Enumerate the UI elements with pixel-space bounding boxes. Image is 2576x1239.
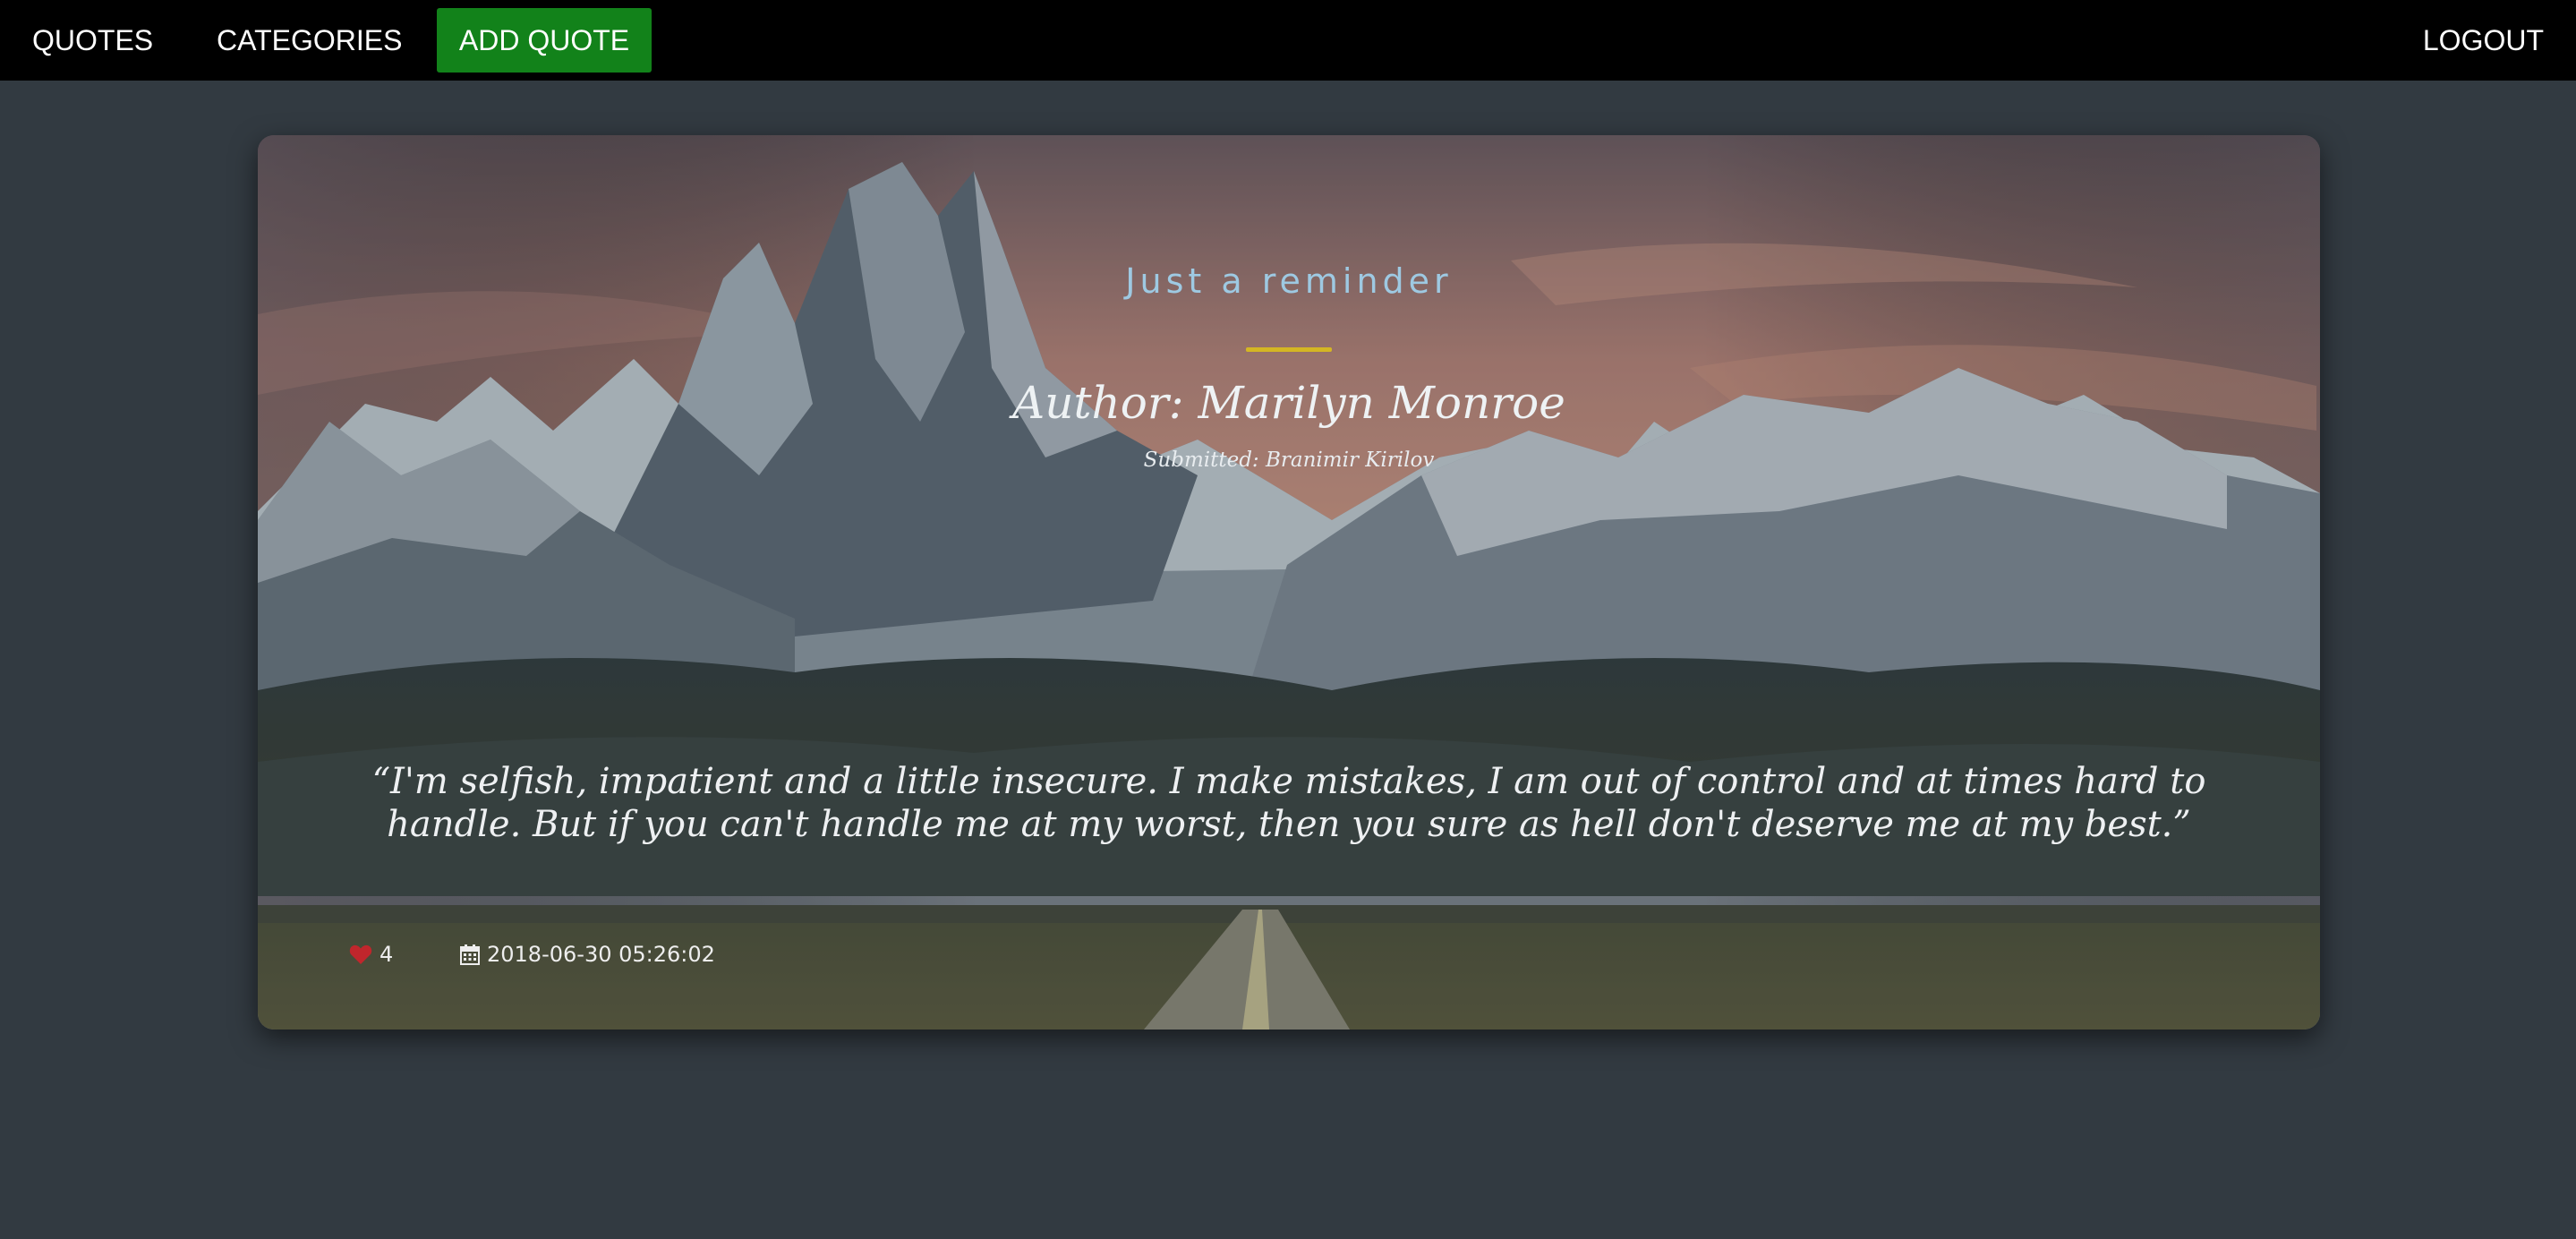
quote-category-title[interactable]: Just a reminder xyxy=(258,261,2320,301)
quote-submitted-by: Submitted: Branimir Kirilov xyxy=(1143,449,1435,472)
top-navbar: QUOTES CATEGORIES ADD QUOTE LOGOUT xyxy=(0,0,2576,81)
likes-counter[interactable]: 4 xyxy=(349,936,393,972)
calendar-icon xyxy=(460,944,480,965)
date-text: 2018-06-30 05:26:02 xyxy=(487,942,715,967)
nav-quotes-link[interactable]: QUOTES xyxy=(7,8,178,73)
quote-date: 2018-06-30 05:26:02 xyxy=(460,936,715,972)
nav-add-quote-button[interactable]: ADD QUOTE xyxy=(437,8,652,73)
title-divider xyxy=(1246,347,1332,352)
nav-logout-link[interactable]: LOGOUT xyxy=(2398,8,2569,73)
nav-categories-link[interactable]: CATEGORIES xyxy=(192,8,427,73)
quote-author: Author: Marilyn Monroe xyxy=(1012,377,1565,429)
quote-card: Just a reminder Author: Marilyn Monroe S… xyxy=(258,135,2320,1030)
likes-count: 4 xyxy=(380,942,394,967)
heart-icon[interactable] xyxy=(349,944,372,965)
quote-text: “I'm selfish, impatient and a little ins… xyxy=(371,761,2206,845)
